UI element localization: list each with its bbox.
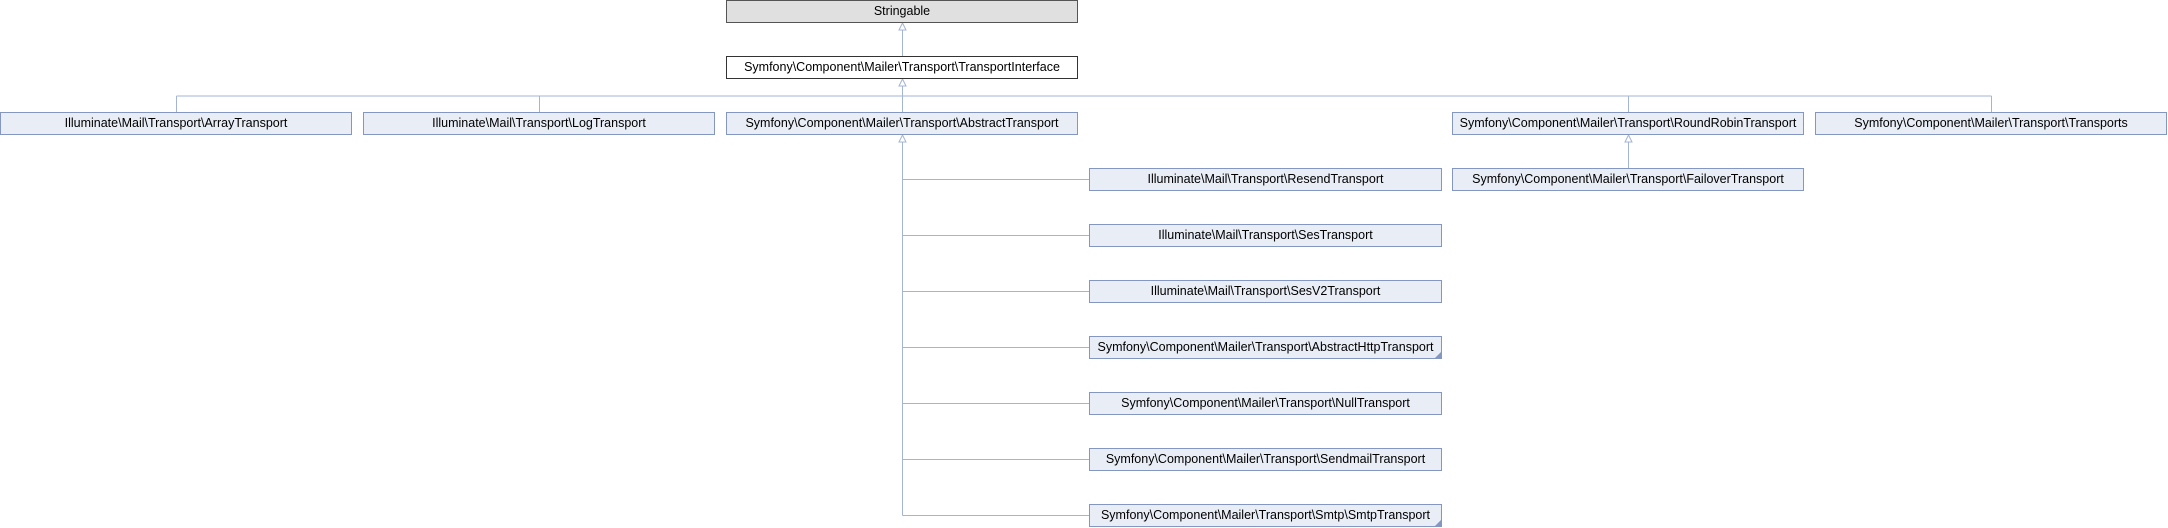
class-node-array-transport[interactable]: Illuminate\Mail\Transport\ArrayTransport	[0, 112, 352, 135]
inheritance-edges	[176, 21, 1992, 516]
class-node-smtp-transport[interactable]: Symfony\Component\Mailer\Transport\Smtp\…	[1089, 504, 1442, 527]
class-node-label: Symfony\Component\Mailer\Transport\Smtp\…	[1100, 508, 1431, 522]
class-node-label: Symfony\Component\Mailer\Transport\Abstr…	[1097, 340, 1434, 354]
class-node-resend-transport[interactable]: Illuminate\Mail\Transport\ResendTranspor…	[1089, 168, 1442, 191]
class-node-label: Symfony\Component\Mailer\Transport\Sendm…	[1105, 452, 1426, 466]
class-node-failover-transport[interactable]: Symfony\Component\Mailer\Transport\Failo…	[1452, 168, 1804, 191]
class-node-ses-v2-transport[interactable]: Illuminate\Mail\Transport\SesV2Transport	[1089, 280, 1442, 303]
inheritance-diagram: Stringable Symfony\Component\Mailer\Tran…	[0, 0, 2168, 528]
class-node-label: Symfony\Component\Mailer\Transport\Abstr…	[745, 116, 1059, 130]
class-node-transports[interactable]: Symfony\Component\Mailer\Transport\Trans…	[1815, 112, 2167, 135]
edge-arrowhead	[898, 77, 907, 87]
class-node-label: Symfony\Component\Mailer\Transport\Failo…	[1472, 172, 1784, 186]
class-node-label: Illuminate\Mail\Transport\LogTransport	[432, 116, 646, 130]
class-node-abstract-transport[interactable]: Symfony\Component\Mailer\Transport\Abstr…	[726, 112, 1078, 135]
class-node-label: Illuminate\Mail\Transport\ResendTranspor…	[1147, 172, 1384, 186]
edge-arrowhead	[1624, 133, 1633, 143]
class-node-label: Symfony\Component\Mailer\Transport\Round…	[1459, 116, 1797, 130]
more-subclasses-marker	[1435, 352, 1441, 358]
class-node-label: Symfony\Component\Mailer\Transport\Trans…	[744, 60, 1060, 74]
class-node-null-transport[interactable]: Symfony\Component\Mailer\Transport\NullT…	[1089, 392, 1442, 415]
class-node-label: Stringable	[873, 4, 931, 18]
class-node-ses-transport[interactable]: Illuminate\Mail\Transport\SesTransport	[1089, 224, 1442, 247]
class-node-sendmail-transport[interactable]: Symfony\Component\Mailer\Transport\Sendm…	[1089, 448, 1442, 471]
class-node-round-robin-transport[interactable]: Symfony\Component\Mailer\Transport\Round…	[1452, 112, 1804, 135]
class-node-label: Illuminate\Mail\Transport\SesV2Transport	[1150, 284, 1381, 298]
class-node-abstract-http-transport[interactable]: Symfony\Component\Mailer\Transport\Abstr…	[1089, 336, 1442, 359]
class-node-transport-interface: Symfony\Component\Mailer\Transport\Trans…	[726, 56, 1078, 79]
class-node-label: Symfony\Component\Mailer\Transport\Trans…	[1854, 116, 2128, 130]
class-node-label: Illuminate\Mail\Transport\SesTransport	[1158, 228, 1373, 242]
more-subclasses-marker	[1435, 520, 1441, 526]
edge-arrowhead	[898, 133, 907, 143]
class-node-log-transport[interactable]: Illuminate\Mail\Transport\LogTransport	[363, 112, 715, 135]
class-node-label: Symfony\Component\Mailer\Transport\NullT…	[1121, 396, 1410, 410]
edge-arrowhead	[898, 21, 907, 31]
class-node-label: Illuminate\Mail\Transport\ArrayTransport	[64, 116, 288, 130]
class-node-stringable[interactable]: Stringable	[726, 0, 1078, 23]
